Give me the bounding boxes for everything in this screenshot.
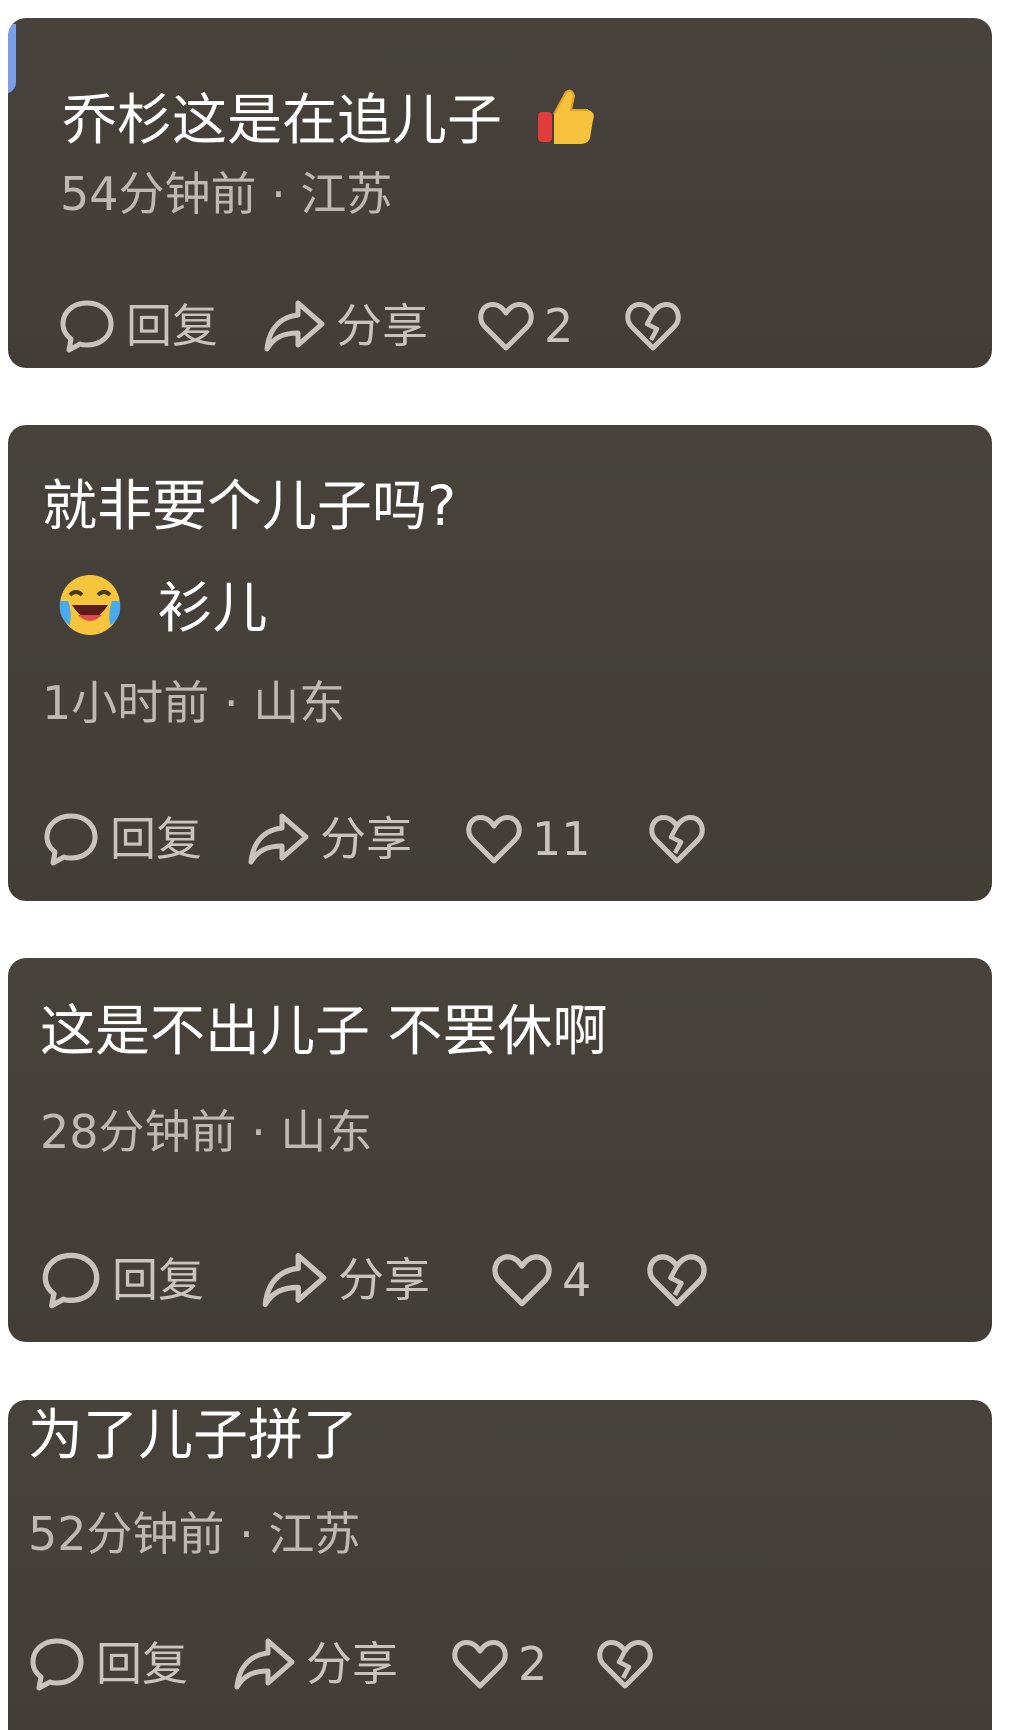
action-bar: 回复 分享 2	[58, 294, 681, 358]
like-count: 11	[532, 812, 591, 866]
comment-card: 乔杉这是在追儿子 54分钟前 · 江苏 回复 分享 2	[8, 18, 992, 368]
like-button[interactable]: 4	[492, 1248, 591, 1312]
comment-text: 就非要个儿子吗?	[42, 474, 457, 538]
action-bar: 回复 分享 4	[40, 1248, 707, 1312]
like-count: 2	[544, 299, 574, 353]
action-bar: 回复 分享 2	[28, 1632, 653, 1696]
reply-button[interactable]: 回复	[28, 1632, 188, 1696]
share-label: 分享	[306, 1637, 398, 1691]
comment-meta: 28分钟前 · 山东	[40, 1105, 373, 1159]
share-arrow-icon	[262, 1252, 327, 1308]
share-arrow-icon	[234, 1638, 295, 1690]
comment-text: 乔杉这是在追儿子	[62, 86, 598, 162]
thumbs-up-icon	[536, 86, 598, 162]
reply-label: 回复	[96, 1637, 188, 1691]
like-button[interactable]: 2	[478, 294, 573, 358]
share-label: 分享	[320, 812, 412, 866]
broken-heart-icon	[648, 815, 705, 864]
comment-meta: 1小时前 · 山东	[42, 676, 346, 730]
heart-icon	[478, 302, 534, 351]
action-bar: 回复 分享 11	[42, 807, 705, 871]
reply-bubble-icon	[42, 1252, 100, 1309]
comment-text-line2: 衫儿	[56, 571, 268, 653]
share-label: 分享	[338, 1253, 430, 1307]
share-label: 分享	[336, 299, 428, 353]
reply-bubble-icon	[30, 1638, 84, 1691]
share-button[interactable]: 分享	[232, 1632, 398, 1696]
dislike-button[interactable]	[597, 1632, 653, 1696]
share-arrow-icon	[248, 813, 309, 865]
share-button[interactable]: 分享	[246, 807, 412, 871]
comment-card: 为了儿子拼了 52分钟前 · 江苏 回复 分享 2	[8, 1400, 992, 1730]
reply-bubble-icon	[44, 813, 98, 866]
avatar-edge	[8, 24, 16, 94]
comment-card: 这是不出儿子 不罢休啊 28分钟前 · 山东 回复 分享 4	[8, 958, 992, 1342]
comment-card: 就非要个儿子吗? 衫儿 1小时前 · 山东 回复 分享 11	[8, 425, 992, 901]
broken-heart-icon	[625, 302, 681, 351]
comment-text: 为了儿子拼了	[28, 1403, 359, 1467]
reply-label: 回复	[110, 812, 202, 866]
reply-bubble-icon	[60, 300, 114, 353]
laughing-crying-face-icon	[56, 571, 124, 653]
heart-icon	[492, 1254, 552, 1307]
share-button[interactable]: 分享	[260, 1248, 430, 1312]
dislike-button[interactable]	[625, 294, 681, 358]
dislike-button[interactable]	[647, 1248, 707, 1312]
reply-label: 回复	[126, 299, 218, 353]
heart-icon	[466, 815, 522, 864]
heart-icon	[452, 1640, 508, 1689]
like-button[interactable]: 11	[466, 807, 591, 871]
like-count: 4	[562, 1253, 592, 1307]
like-count: 2	[518, 1637, 548, 1691]
like-button[interactable]: 2	[452, 1632, 547, 1696]
comment-text: 这是不出儿子 不罢休啊	[40, 999, 608, 1063]
broken-heart-icon	[647, 1254, 707, 1307]
comment-meta: 52分钟前 · 江苏	[28, 1507, 361, 1561]
share-arrow-icon	[264, 300, 325, 352]
share-button[interactable]: 分享	[262, 294, 428, 358]
reply-button[interactable]: 回复	[40, 1248, 204, 1312]
reply-label: 回复	[112, 1253, 204, 1307]
reply-button[interactable]: 回复	[42, 807, 202, 871]
dislike-button[interactable]	[648, 807, 705, 871]
comment-meta: 54分钟前 · 江苏	[60, 167, 393, 221]
reply-button[interactable]: 回复	[58, 294, 218, 358]
broken-heart-icon	[597, 1640, 653, 1689]
